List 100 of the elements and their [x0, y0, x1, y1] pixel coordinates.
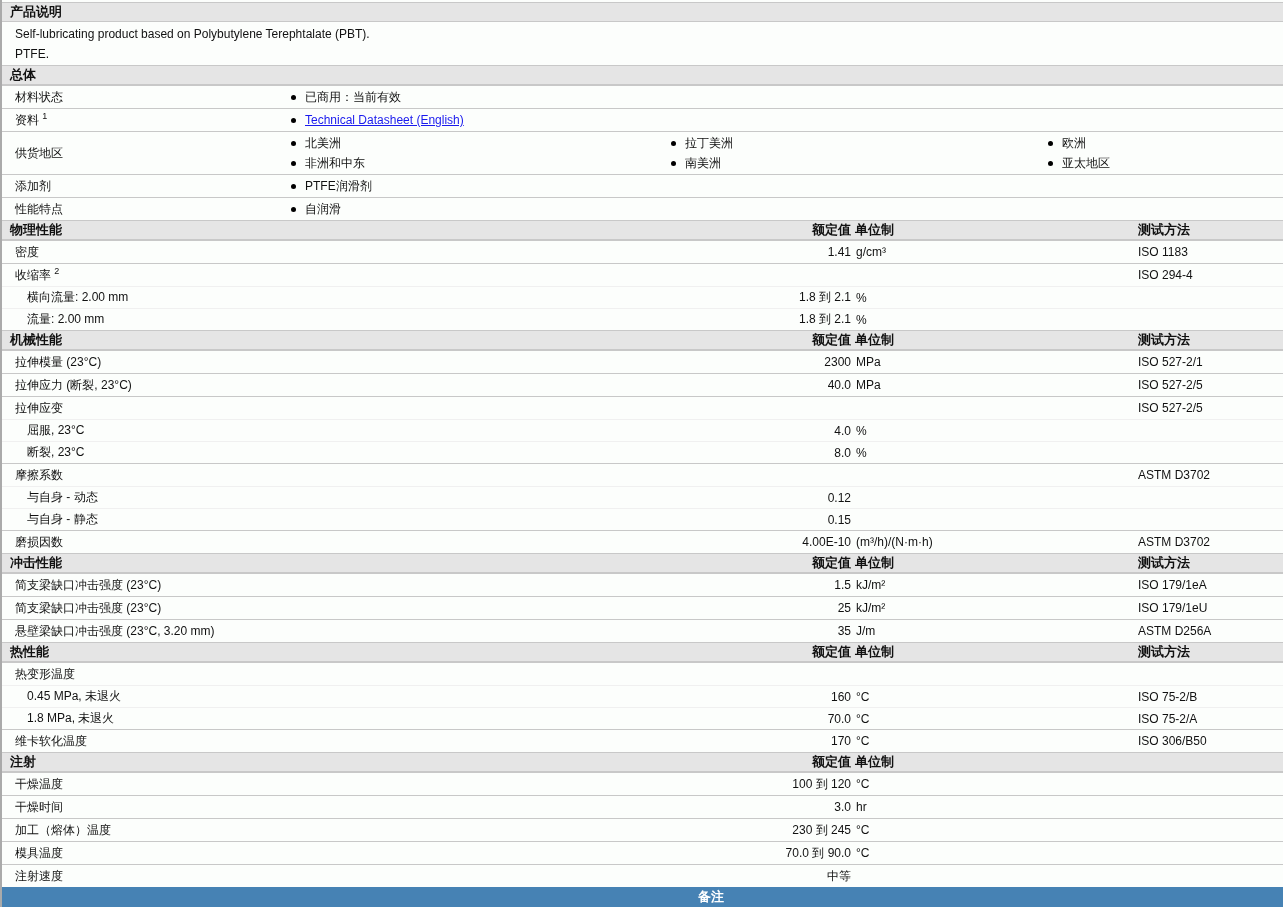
- test-method: ISO 527-2/1: [1137, 355, 1203, 369]
- property-label: 横向流量: 2.00 mm: [26, 289, 129, 306]
- column-header: 测试方法: [1137, 643, 1190, 661]
- test-method: ISO 179/1eU: [1137, 601, 1208, 615]
- property-label: 资料 $^{1}$: [14, 111, 48, 129]
- list-item-text: 欧洲: [1062, 134, 1086, 152]
- property-value: 8.0: [834, 445, 851, 460]
- property-label: 悬壁梁缺口冲击强度 (23°C, 3.20 mm): [14, 622, 215, 640]
- property-value: 1.5: [834, 578, 851, 592]
- column-header: 单位制: [854, 554, 894, 572]
- property-value: 1.8 到 2.1: [798, 311, 851, 328]
- test-method: ISO 527-2/5: [1137, 378, 1203, 392]
- section-title: 冲击性能: [9, 554, 63, 572]
- property-label: 加工（熔体）温度: [14, 821, 111, 839]
- list-item-text: PTFE润滑剂: [305, 177, 372, 195]
- column-header: 测试方法: [1137, 221, 1190, 239]
- unit-label: MPa: [855, 378, 881, 392]
- property-label: 摩擦系数: [14, 466, 63, 484]
- property-label: 0.45 MPa, 未退火: [26, 688, 122, 705]
- column-header: 单位制: [854, 753, 894, 771]
- list-item-text: 非洲和中东: [305, 154, 365, 172]
- list-item-text: 亚太地区: [1062, 154, 1110, 172]
- property-value: 170: [830, 734, 851, 748]
- list-item-text: 南美洲: [685, 154, 721, 172]
- property-label: 1.8 MPa, 未退火: [26, 710, 115, 727]
- unit-label: J/m: [855, 624, 876, 638]
- test-method: ASTM D256A: [1137, 624, 1212, 638]
- property-label: 干燥温度: [14, 775, 63, 793]
- property-label: 维卡软化温度: [14, 732, 87, 750]
- column-header: 单位制: [854, 331, 894, 349]
- property-value: 中等: [827, 867, 851, 885]
- property-label: 与自身 - 静态: [26, 511, 98, 528]
- property-value: 100 到 120: [792, 775, 851, 793]
- bullet-icon: [671, 140, 676, 146]
- property-label: 供货地区: [14, 144, 63, 162]
- property-value: 160: [830, 689, 851, 704]
- column-header: 单位制: [854, 643, 894, 661]
- test-method: ISO 179/1eA: [1137, 578, 1207, 592]
- section-title: 产品说明: [9, 3, 62, 21]
- unit-label: °C: [855, 777, 870, 791]
- unit-label: °C: [855, 711, 870, 726]
- description-text: PTFE.: [15, 46, 50, 63]
- property-label: 材料状态: [14, 88, 63, 106]
- unit-label: MPa: [855, 355, 881, 369]
- property-label: 断裂, 23°C: [26, 444, 85, 461]
- bullet-icon: [1048, 140, 1053, 146]
- bullet-icon: [291, 140, 296, 146]
- property-value: 4.0: [834, 423, 851, 438]
- bullet-icon: [1048, 160, 1053, 166]
- section-title: 热性能: [9, 643, 50, 661]
- property-value: 25: [837, 601, 851, 615]
- column-header: 单位制: [854, 221, 894, 239]
- unit-label: (m³/h)/(N·m·h): [855, 535, 933, 549]
- property-label: 流量: 2.00 mm: [26, 311, 105, 328]
- property-label: 简支梁缺口冲击强度 (23°C): [14, 576, 162, 594]
- property-label: 注射速度: [14, 867, 63, 885]
- unit-label: °C: [855, 734, 870, 748]
- bullet-icon: [671, 160, 676, 166]
- unit-label: kJ/m²: [855, 601, 886, 615]
- test-method: ISO 75-2/B: [1137, 689, 1198, 704]
- section-title: 物理性能: [9, 221, 63, 239]
- test-method: ISO 1183: [1137, 245, 1188, 259]
- list-item-text: 北美洲: [305, 134, 341, 152]
- property-label: 干燥时间: [14, 798, 63, 816]
- test-method: ISO 75-2/A: [1137, 711, 1198, 726]
- section-title: 注射: [9, 753, 37, 771]
- property-value: 40.0: [827, 378, 851, 392]
- column-header: 测试方法: [1137, 554, 1190, 572]
- unit-label: °C: [855, 823, 870, 837]
- property-label: 磨损因数: [14, 533, 63, 551]
- list-item-text: 拉丁美洲: [685, 134, 733, 152]
- bullet-icon: [291, 117, 296, 123]
- list-item-text: 自润滑: [305, 200, 341, 218]
- section-title: 机械性能: [8, 331, 63, 349]
- property-value: 4.00E-10: [802, 535, 851, 549]
- unit-label: %: [855, 312, 867, 327]
- property-value: 1.8 到 2.1: [798, 289, 851, 306]
- test-method: ASTM D3702: [1137, 535, 1211, 549]
- property-value: 230 到 245: [792, 821, 851, 839]
- section-title: 总体: [8, 66, 36, 84]
- unit-label: %: [855, 423, 867, 438]
- unit-label: kJ/m²: [855, 578, 886, 592]
- property-value: 0.15: [827, 512, 851, 527]
- unit-label: %: [855, 445, 867, 460]
- datasheet-link[interactable]: Technical Datasheet (English): [305, 113, 464, 127]
- bullet-icon: [291, 206, 296, 212]
- column-header: 额定值: [812, 643, 851, 661]
- property-value: 70.0 到 90.0: [785, 844, 851, 862]
- property-value: 0.12: [827, 490, 851, 505]
- property-label: 热变形温度: [14, 665, 75, 683]
- property-value: 2300: [824, 355, 851, 369]
- property-label: 性能特点: [14, 200, 63, 218]
- column-header: 额定值: [812, 554, 851, 572]
- bullet-icon: [291, 160, 296, 166]
- property-label: 拉伸应力 (断裂, 23°C): [14, 376, 132, 394]
- unit-label: %: [855, 290, 867, 305]
- property-label: 拉伸应变: [14, 399, 63, 417]
- list-item-text: 已商用：当前有效: [305, 88, 401, 106]
- bullet-icon: [291, 183, 296, 189]
- column-header: 额定值: [812, 331, 851, 349]
